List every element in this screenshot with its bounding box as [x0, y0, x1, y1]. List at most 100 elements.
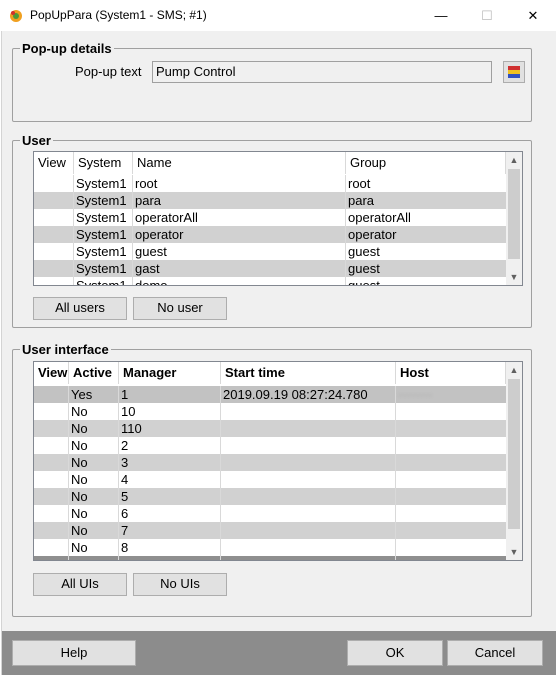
scroll-down-icon[interactable]: ▼	[506, 544, 522, 560]
table-row[interactable]: System1 root root	[34, 175, 506, 192]
ui-cell-manager: 6	[121, 506, 129, 521]
ui-cell-start	[221, 488, 396, 505]
ui-col-manager[interactable]: Manager	[119, 362, 221, 384]
ui-cell-host	[396, 420, 506, 437]
ok-button[interactable]: OK	[347, 640, 443, 666]
scroll-thumb[interactable]	[508, 169, 520, 259]
ui-cell-manager: 7	[121, 523, 129, 538]
popup-text-label: Pop-up text	[75, 64, 142, 79]
cancel-button[interactable]: Cancel	[447, 640, 543, 666]
user-cell-group: operatorAll	[348, 210, 411, 225]
column-divider	[395, 386, 396, 560]
user-col-group[interactable]: Group	[346, 152, 506, 174]
ui-col-view[interactable]: View	[34, 362, 69, 384]
table-row[interactable]: System1 guest guest	[34, 243, 506, 260]
ui-col-start-time[interactable]: Start time	[221, 362, 396, 384]
maximize-button[interactable]: ☐	[464, 0, 510, 31]
all-uis-button[interactable]: All UIs	[33, 573, 127, 596]
user-cell-name: gast	[135, 261, 160, 276]
table-row[interactable]: No 3	[34, 454, 506, 471]
user-cell-system: System1	[76, 210, 127, 225]
table-row[interactable]: No 110	[34, 420, 506, 437]
ui-cell-start	[221, 454, 396, 471]
ui-col-active[interactable]: Active	[69, 362, 119, 384]
window-title: PopUpPara (System1 - SMS; #1)	[30, 8, 207, 22]
table-row[interactable]: No 8	[34, 539, 506, 556]
user-col-system[interactable]: System	[74, 152, 133, 174]
column-divider	[220, 386, 221, 560]
ui-cell-start	[221, 539, 396, 556]
user-scrollbar[interactable]: ▲ ▼	[506, 152, 522, 285]
language-button[interactable]	[503, 61, 525, 83]
user-cell-name: para	[135, 193, 162, 208]
ui-cell-host	[396, 437, 506, 454]
user-cell-system: System1	[74, 277, 133, 285]
ui-cell-active: No	[71, 455, 88, 470]
table-row[interactable]: System1 gast guest	[34, 260, 506, 277]
table-row[interactable]: No 10	[34, 403, 506, 420]
table-row[interactable]: System1 operatorAll operatorAll	[34, 209, 506, 226]
all-users-button[interactable]: All users	[33, 297, 127, 320]
user-interface-title: User interface	[20, 342, 111, 357]
table-row[interactable]: System1 operator operator	[34, 226, 506, 243]
scroll-up-icon[interactable]: ▲	[506, 152, 522, 168]
ui-scrollbar[interactable]: ▲ ▼	[506, 362, 522, 560]
ui-cell-active: No	[71, 523, 88, 538]
user-cell-system: System1	[76, 193, 127, 208]
close-button[interactable]: ✕	[510, 0, 556, 31]
ui-cell-active: No	[71, 540, 88, 555]
ui-col-host[interactable]: Host	[396, 362, 506, 384]
scroll-down-icon[interactable]: ▼	[506, 269, 522, 285]
table-row[interactable]: No 7	[34, 522, 506, 539]
user-cell-group: para	[348, 193, 375, 208]
ui-cell-host	[396, 403, 506, 420]
no-uis-button[interactable]: No UIs	[133, 573, 227, 596]
table-row[interactable]: System1demoguest	[34, 277, 506, 285]
user-cell-group: guest	[348, 261, 380, 276]
ui-cell-manager: 8	[121, 540, 129, 555]
minimize-button[interactable]: —	[418, 0, 464, 31]
ui-table[interactable]: View Active Manager Start time Host Yes 1…	[33, 361, 523, 561]
no-user-button[interactable]: No user	[133, 297, 227, 320]
popup-details-title: Pop-up details	[20, 41, 114, 56]
user-cell-name: operatorAll	[135, 210, 198, 225]
ui-cell-start	[221, 403, 396, 420]
scroll-thumb[interactable]	[508, 379, 520, 529]
user-cell-group: guest	[346, 277, 506, 285]
ui-cell-manager: 10	[121, 404, 136, 419]
user-cell-system: System1	[76, 176, 127, 191]
table-row[interactable]: System1 para para	[34, 192, 506, 209]
ui-cell-manager: 110	[121, 421, 142, 436]
popup-text-field[interactable]: Pump Control	[152, 61, 492, 83]
help-button[interactable]: Help	[12, 640, 136, 666]
table-row[interactable]: No 5	[34, 488, 506, 505]
ui-cell-active: No	[71, 404, 88, 419]
user-col-view[interactable]: View	[34, 152, 74, 174]
column-divider	[132, 175, 133, 285]
table-row[interactable]: Yes 1 2019.09.19 08:27:24.780 ········	[34, 386, 506, 403]
ui-cell-host	[396, 539, 506, 556]
ui-cell-manager: 1	[121, 387, 129, 402]
ui-cell-manager: 2	[121, 438, 129, 453]
user-col-name[interactable]: Name	[133, 152, 346, 174]
ui-cell-host	[396, 454, 506, 471]
table-row[interactable]: No 6	[34, 505, 506, 522]
user-table[interactable]: View System Name Group System1 root root Sy…	[33, 151, 523, 286]
table-row[interactable]: No 4	[34, 471, 506, 488]
ui-cell-active: No	[71, 421, 88, 436]
title-bar: PopUpPara (System1 - SMS; #1) — ☐ ✕	[0, 0, 556, 31]
scroll-up-icon[interactable]: ▲	[506, 362, 522, 378]
app-icon	[8, 8, 24, 24]
ui-cell-host: ········	[398, 387, 433, 402]
user-rows: System1 root root System1 para para System1 ope…	[34, 175, 506, 285]
ui-cell-host	[396, 505, 506, 522]
column-divider	[73, 175, 74, 285]
user-cell-system: System1	[76, 244, 127, 259]
user-cell-name: root	[135, 176, 158, 191]
table-row[interactable]: No 2	[34, 437, 506, 454]
user-group-title: User	[20, 133, 53, 148]
ui-cell-active: No	[71, 506, 88, 521]
user-cell-name: guest	[135, 244, 167, 259]
ui-cell-start	[221, 471, 396, 488]
ui-cell-start	[221, 437, 396, 454]
